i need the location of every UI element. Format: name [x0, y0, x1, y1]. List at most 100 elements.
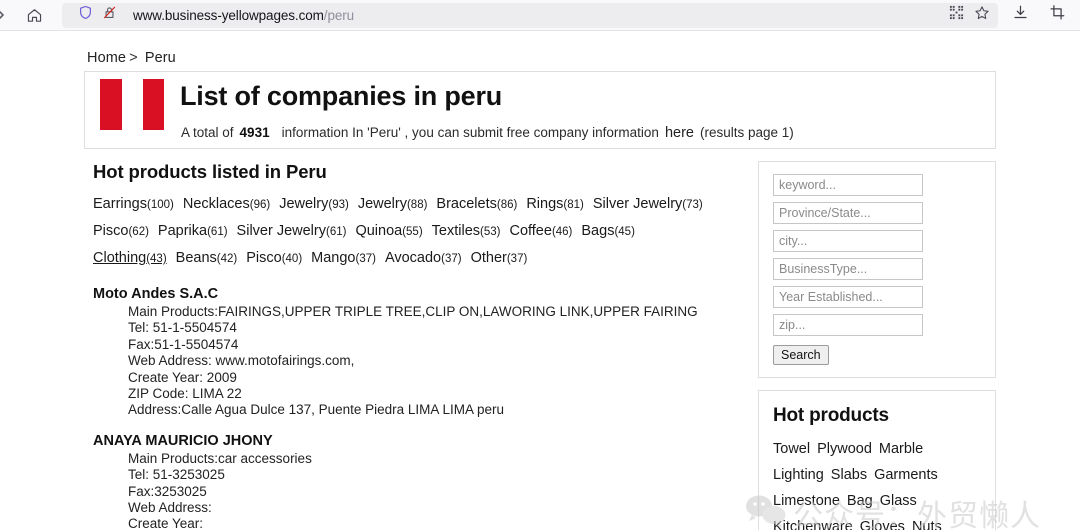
- product-tag-label: Other: [470, 250, 507, 266]
- company-detail-line: Web Address: www.motofairings.com,: [128, 353, 355, 369]
- page-content: Home > Peru List of companies in peru A t…: [0, 31, 1080, 530]
- province-state-input[interactable]: [773, 202, 923, 224]
- product-tag-count: (96): [249, 199, 271, 211]
- product-tag-rings[interactable]: Rings(81): [526, 196, 584, 212]
- product-tag-label: Avocado: [384, 250, 442, 266]
- breadcrumb-current[interactable]: Peru: [145, 50, 176, 66]
- hot-product-garments[interactable]: Garments: [874, 467, 938, 483]
- hot-products-rows: Towel Plywood Marble Lighting Slabs Garments L…: [773, 436, 981, 530]
- product-tag-count: (73): [682, 199, 703, 211]
- zip-input[interactable]: [773, 314, 923, 336]
- city-input[interactable]: [773, 230, 923, 252]
- company-detail-line: Fax:51-1-5504574: [128, 336, 239, 352]
- product-tag-label: Paprika: [157, 223, 208, 239]
- product-tag-jewelry[interactable]: Jewelry(88): [358, 196, 428, 212]
- product-tag-label: Necklaces: [182, 196, 250, 212]
- product-tag-label: Clothing: [93, 250, 147, 266]
- subtitle-middle: information In 'Peru' , you can submit f…: [281, 125, 659, 140]
- search-fields: [773, 174, 981, 336]
- home-icon[interactable]: [20, 2, 48, 28]
- submit-company-here-link[interactable]: here: [665, 125, 694, 141]
- breadcrumb-separator: >: [129, 50, 138, 66]
- product-tag-bags[interactable]: Bags(45): [581, 223, 635, 239]
- product-tag-label: Silver Jewelry: [236, 223, 326, 239]
- product-tag-count: (61): [325, 226, 347, 238]
- qr-code-icon[interactable]: [949, 5, 964, 25]
- insecure-connection-lock-icon[interactable]: [102, 5, 117, 25]
- hot-product-slabs[interactable]: Slabs: [831, 467, 867, 483]
- company-detail-line: ZIP Code: LIMA 22: [128, 386, 242, 402]
- product-tag-beans[interactable]: Beans(42): [176, 250, 238, 266]
- product-tag-mango[interactable]: Mango(37): [311, 250, 376, 266]
- hot-product-bag[interactable]: Bag: [847, 493, 873, 509]
- results-page-label: (results page 1): [699, 125, 794, 140]
- product-tag-label: Textiles: [431, 223, 481, 239]
- company-detail-line: Main Products:car accessories: [128, 450, 312, 466]
- product-tag-textiles[interactable]: Textiles(53): [432, 223, 501, 239]
- product-tag-earrings[interactable]: Earrings(100): [93, 196, 174, 212]
- product-tag-label: Pisco: [246, 250, 282, 266]
- product-tag-count: (42): [216, 253, 238, 265]
- product-tag-label: Bags: [581, 223, 615, 239]
- product-tag-count: (61): [207, 226, 228, 238]
- product-tag-count: (88): [406, 199, 428, 211]
- company-detail-line: Web Address:: [128, 500, 212, 516]
- product-tag-pisco[interactable]: Pisco(40): [246, 250, 302, 266]
- download-arrow-icon[interactable]: [1012, 4, 1029, 26]
- url-bar[interactable]: www.business-yellowpages.com/peru: [62, 2, 998, 28]
- hot-product-gloves[interactable]: Gloves: [860, 519, 905, 530]
- search-button[interactable]: Search: [773, 345, 829, 365]
- company-name[interactable]: ANAYA MAURICIO JHONY: [93, 433, 744, 449]
- product-tag-bracelets[interactable]: Bracelets(86): [436, 196, 517, 212]
- url-path: /peru: [323, 7, 355, 23]
- sidebar: Search Hot products Towel Plywood Marble Li…: [758, 161, 996, 530]
- product-tag-jewelry[interactable]: Jewelry(93): [279, 196, 349, 212]
- product-tag-clothing[interactable]: Clothing(43): [93, 250, 167, 266]
- product-tag-count: (46): [551, 226, 573, 238]
- forward-arrow-icon[interactable]: [0, 2, 14, 28]
- hot-product-glass[interactable]: Glass: [880, 493, 917, 509]
- hot-product-lighting[interactable]: Lighting: [773, 467, 824, 483]
- product-tag-paprika[interactable]: Paprika(61): [158, 223, 228, 239]
- company-name[interactable]: Moto Andes S.A.C: [93, 286, 744, 302]
- product-tag-quinoa[interactable]: Quinoa(55): [355, 223, 422, 239]
- product-tag-count: (55): [402, 226, 423, 238]
- screenshot-crop-icon[interactable]: [1049, 4, 1066, 26]
- hot-product-limestone[interactable]: Limestone: [773, 493, 840, 509]
- bookmark-star-icon[interactable]: [974, 5, 990, 26]
- year-established-input[interactable]: [773, 286, 923, 308]
- product-tag-count: (37): [506, 253, 528, 265]
- product-tag-count: (93): [328, 199, 349, 211]
- header-subtitle: A total of 4931 information In 'Peru' , yo…: [181, 125, 794, 141]
- product-tag-avocado[interactable]: Avocado(37): [385, 250, 462, 266]
- search-panel: Search: [758, 161, 996, 378]
- product-tag-label: Mango: [311, 250, 356, 266]
- product-tag-silver-jewelry[interactable]: Silver Jewelry(73): [593, 196, 703, 212]
- business-type-input[interactable]: [773, 258, 923, 280]
- hot-product-plywood[interactable]: Plywood: [817, 441, 872, 457]
- product-tag-count: (37): [355, 253, 376, 265]
- product-tag-label: Rings: [526, 196, 564, 212]
- product-tag-count: (100): [147, 199, 174, 211]
- product-tag-label: Jewelry: [357, 196, 407, 212]
- main-content-column: Hot products listed in Peru Earrings(100…: [84, 161, 744, 530]
- product-tag-silver-jewelry[interactable]: Silver Jewelry(61): [237, 223, 347, 239]
- product-tag-count: (53): [480, 226, 501, 238]
- keyword-input[interactable]: [773, 174, 923, 196]
- hot-product-nuts[interactable]: Nuts: [912, 519, 942, 530]
- hot-product-marble[interactable]: Marble: [879, 441, 923, 457]
- hot-product-kitchenware[interactable]: Kitchenware: [773, 519, 853, 530]
- product-tag-count: (45): [614, 226, 635, 238]
- company-entry: ANAYA MAURICIO JHONY Main Products:car ac…: [93, 433, 744, 530]
- product-tag-other[interactable]: Other(37): [471, 250, 528, 266]
- total-count: 4931: [239, 125, 270, 140]
- product-tag-necklaces[interactable]: Necklaces(96): [183, 196, 270, 212]
- breadcrumb-home[interactable]: Home: [87, 50, 126, 66]
- product-tag-coffee[interactable]: Coffee(46): [509, 223, 572, 239]
- product-tag-label: Silver Jewelry: [592, 196, 683, 212]
- tracking-protection-shield-icon[interactable]: [78, 5, 93, 25]
- product-tag-label: Earrings: [93, 196, 147, 212]
- product-tag-count: (43): [146, 253, 167, 265]
- hot-product-towel[interactable]: Towel: [773, 441, 810, 457]
- product-tag-pisco[interactable]: Pisco(62): [93, 223, 149, 239]
